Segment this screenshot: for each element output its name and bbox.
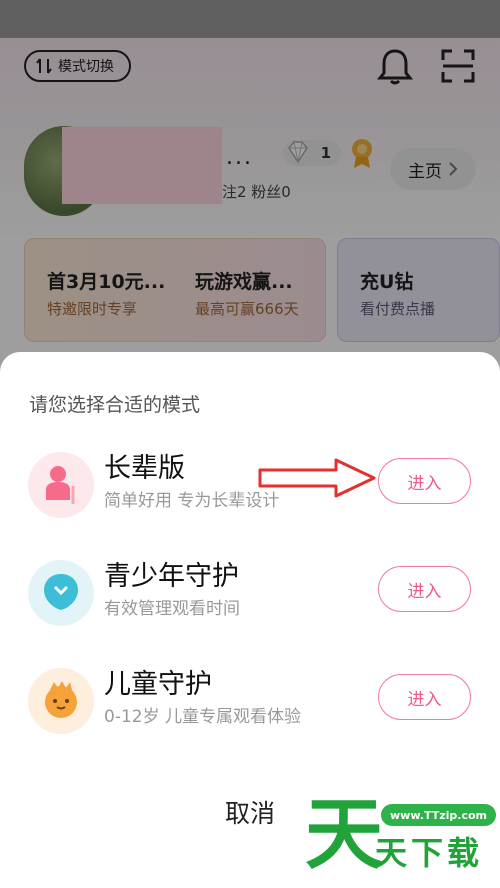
mode-name: 儿童守护 [104,669,212,700]
site-watermark: 天 www.TTzip.com 天下载 [305,790,500,888]
cancel-button[interactable]: 取消 [200,792,300,832]
mode-desc: 有效管理观看时间 [104,599,240,619]
enter-teen-button[interactable]: 进入 [378,566,471,612]
watermark-url: www.TTzip.com [381,804,496,826]
mode-name: 长辈版 [104,453,185,484]
mode-item-child[interactable]: 儿童守护 0-12岁 儿童专属观看体验 进入 [0,662,500,742]
child-icon [28,668,94,734]
watermark-logo: 天 [305,790,384,880]
elder-icon [28,452,94,518]
mode-item-teen[interactable]: 青少年守护 有效管理观看时间 进入 [0,554,500,634]
watermark-text: 天下载 [375,834,484,872]
mode-item-elder[interactable]: 长辈版 简单好用 专为长辈设计 进入 [0,446,500,526]
teen-icon [28,560,94,626]
mode-desc: 简单好用 专为长辈设计 [104,491,280,511]
mode-desc: 0-12岁 儿童专属观看体验 [104,707,301,727]
mode-name: 青少年守护 [104,561,239,592]
sheet-title: 请您选择合适的模式 [29,394,201,416]
annotation-arrow-icon [258,458,376,498]
enter-child-button[interactable]: 进入 [378,674,471,720]
enter-elder-button[interactable]: 进入 [378,458,471,504]
